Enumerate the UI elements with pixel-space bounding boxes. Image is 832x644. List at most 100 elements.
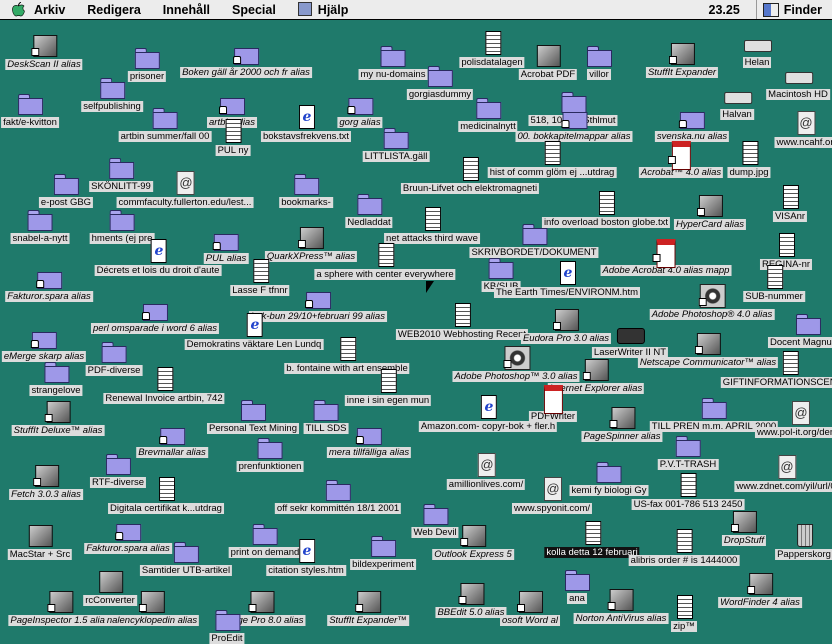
doc-icon (537, 140, 567, 166)
desktop-icon[interactable]: zip™ (669, 594, 699, 632)
desktop-icon[interactable]: villor (584, 42, 614, 80)
desktop-icon[interactable]: Fetch 3.0.3 alias (9, 462, 83, 500)
folder-icon (51, 170, 81, 196)
desktop-icon[interactable]: citation styles.htm (266, 538, 346, 576)
menu-arkiv[interactable]: Arkiv (34, 3, 65, 17)
folder-icon (238, 396, 268, 422)
iedoc-icon (291, 538, 321, 564)
desktop-icon[interactable]: HyperCard alias (673, 192, 747, 230)
folder-icon (103, 450, 133, 476)
desktop-icon[interactable]: Acrobat PDF (518, 42, 578, 80)
desktop-icon-label: zip™ (671, 621, 697, 632)
desktop-icon[interactable]: US-fax 001-786 513 2450 (631, 472, 745, 510)
desktop-icon[interactable]: bookmarks- (279, 170, 333, 208)
doc-icon (417, 206, 447, 232)
desktop-icon[interactable]: Digitala certifikat k...utdrag (108, 476, 224, 514)
desktop-icon[interactable]: StuffIt Expander (645, 40, 719, 78)
desktop-icon[interactable]: Outlook Express 5 (432, 522, 514, 560)
desktop-icon-label: Bruun-Lifvet och elektromagneti (400, 183, 540, 194)
desktop-icon[interactable]: WordFinder 4 alias (718, 570, 802, 608)
desktop-icon[interactable]: www.zdnet.com/yil/url/0 (734, 454, 832, 492)
desktop-icon[interactable]: BBEdit 5.0 alias (435, 580, 507, 618)
desktop-icon[interactable]: alibris order # is 1444000 (628, 528, 740, 566)
desktop-icon[interactable]: a sphere with center everywhere (314, 242, 456, 280)
application-menu[interactable]: Finder (757, 2, 832, 17)
menu-special[interactable]: Special (232, 3, 276, 17)
app-icon (246, 588, 276, 614)
desktop-icon[interactable]: Acrobat™ 4.0 alias (638, 140, 724, 178)
desktop-icon[interactable]: WEB2010 Webhosting Recent (395, 302, 529, 340)
desktop-icon-label: StuffIt Expander™ (327, 615, 409, 626)
desktop-icon[interactable]: The Earth Times/ENVIRONM.htm (493, 260, 641, 298)
desktop-icon[interactable]: artbin summer/fall 00 (118, 104, 212, 142)
desktop[interactable]: DeskScan II alias prisoner Boken gäll år 2… (0, 20, 832, 644)
desktop-icon[interactable]: www.spyonit.com/ (511, 476, 593, 514)
desktop-icon[interactable]: Amazon.com- copyr-bok + fler.h (418, 394, 558, 432)
desktop-icon[interactable]: StuffIt Deluxe™ alias (11, 398, 105, 436)
desktop-icon[interactable]: snabel-a-nytt (10, 206, 70, 244)
doc-icon (455, 156, 485, 182)
desktop-icon[interactable]: Papperskorg (775, 522, 832, 560)
desktop-icon[interactable]: bokstavsfrekvens.txt (260, 104, 352, 142)
desktop-icon[interactable]: osoft Word al (500, 588, 560, 626)
app-icon (31, 462, 61, 488)
desktop-icon[interactable]: DeskScan II alias (5, 32, 83, 70)
desktop-icon[interactable]: svenska.nu alias (654, 104, 730, 142)
app-icon (533, 42, 563, 68)
desktop-icon-label: P.V.T-TRASH (657, 459, 719, 470)
desktop-icon[interactable]: e-post GBG (38, 170, 94, 208)
desktop-icon[interactable]: eMerge skarp alias (1, 324, 87, 362)
desktop-icon[interactable]: mera tillfälliga alias (326, 420, 412, 458)
desktop-icon[interactable]: SKRIVBORDET/DOKUMENT (469, 220, 599, 258)
desktop-icon[interactable]: Norton AntiVirus alias (573, 586, 669, 624)
desktop-icon[interactable]: medicinalnytt (458, 94, 518, 132)
desktop-icon[interactable]: nalencyklopedin alias (104, 588, 200, 626)
desktop-icon[interactable]: GIFTINFORMATIONSCENTR... (720, 350, 832, 388)
desktop-icon[interactable]: net attacks third wave (384, 206, 480, 244)
folder-icon (15, 90, 45, 116)
folder-icon (368, 532, 398, 558)
doc-icon (673, 472, 703, 498)
desktop-icon[interactable]: www.ncahf.or (774, 110, 832, 148)
menu-hjalp[interactable]: Hjälp (297, 2, 349, 17)
apple-menu-icon[interactable] (10, 2, 26, 18)
desktop-icon[interactable]: Brevmallar alias (136, 420, 208, 458)
desktop-icon[interactable]: 00. bokkapitelmappar alias (515, 104, 633, 142)
desktop-icon[interactable]: Bruun-Lifvet och elektromagneti (400, 156, 540, 194)
desktop-icon[interactable]: ProEdit (209, 606, 245, 644)
desktop-icon[interactable]: fakt/e-kvitton (1, 90, 59, 128)
desktop-icon[interactable]: Personal Text Mining (206, 396, 300, 434)
folder-icon (132, 44, 162, 70)
desktop-icon[interactable]: prenfunktionen (236, 434, 304, 472)
desktop-icon[interactable]: bildexperiment (350, 532, 416, 570)
desktop-icon[interactable]: Boken gäll år 2000 och fr alias (180, 40, 312, 78)
desktop-icon[interactable]: Fakturor.spara alias (5, 264, 93, 302)
desktop-icon[interactable]: VISAnr (772, 184, 808, 222)
desktop-icon[interactable]: strangelove (29, 358, 83, 396)
desktop-icon[interactable]: Décrets et lois du droit d'aute (94, 238, 222, 276)
menu-hjalp-label: Hjälp (317, 3, 349, 17)
desktop-icon[interactable]: kolla detta 12 februari (544, 520, 640, 558)
desktop-icon[interactable]: SUB-nummer (743, 264, 805, 302)
desktop-icon[interactable]: dump.jpg (727, 140, 771, 178)
desktop-icon[interactable]: PUL ny (215, 118, 251, 156)
folder-icon (354, 190, 384, 216)
menu-innehall[interactable]: Innehåll (163, 3, 210, 17)
menubar-clock[interactable]: 23.25 (709, 3, 740, 17)
desktop-icon[interactable]: MacStar + Src (7, 522, 73, 560)
app-icon (29, 32, 59, 58)
desktop-icon[interactable]: Samtider UTB-artikel (139, 538, 233, 576)
desktop-icon[interactable]: www.pol-it.org/den/d (754, 400, 832, 438)
desktop-icon[interactable]: Macintosh HD (766, 62, 830, 100)
desktop-icon[interactable]: PageSpinner alias (581, 404, 663, 442)
desktop-icon-label: StuffIt Expander (645, 67, 719, 78)
desktop-icon[interactable]: P.V.T-TRASH (657, 432, 719, 470)
folder-icon (255, 434, 285, 460)
app-icon (745, 570, 775, 596)
app-icon (43, 398, 73, 424)
desktop-icon[interactable]: StuffIt Expander™ (327, 588, 409, 626)
desktop-icon[interactable]: commfaculty.fullerton.edu/lest... (116, 170, 254, 208)
menu-redigera[interactable]: Redigera (87, 3, 141, 17)
desktop-icon[interactable]: off sekr kommittén 18/1 2001 (274, 476, 402, 514)
desktop-icon-label: a sphere with center everywhere (314, 269, 456, 280)
